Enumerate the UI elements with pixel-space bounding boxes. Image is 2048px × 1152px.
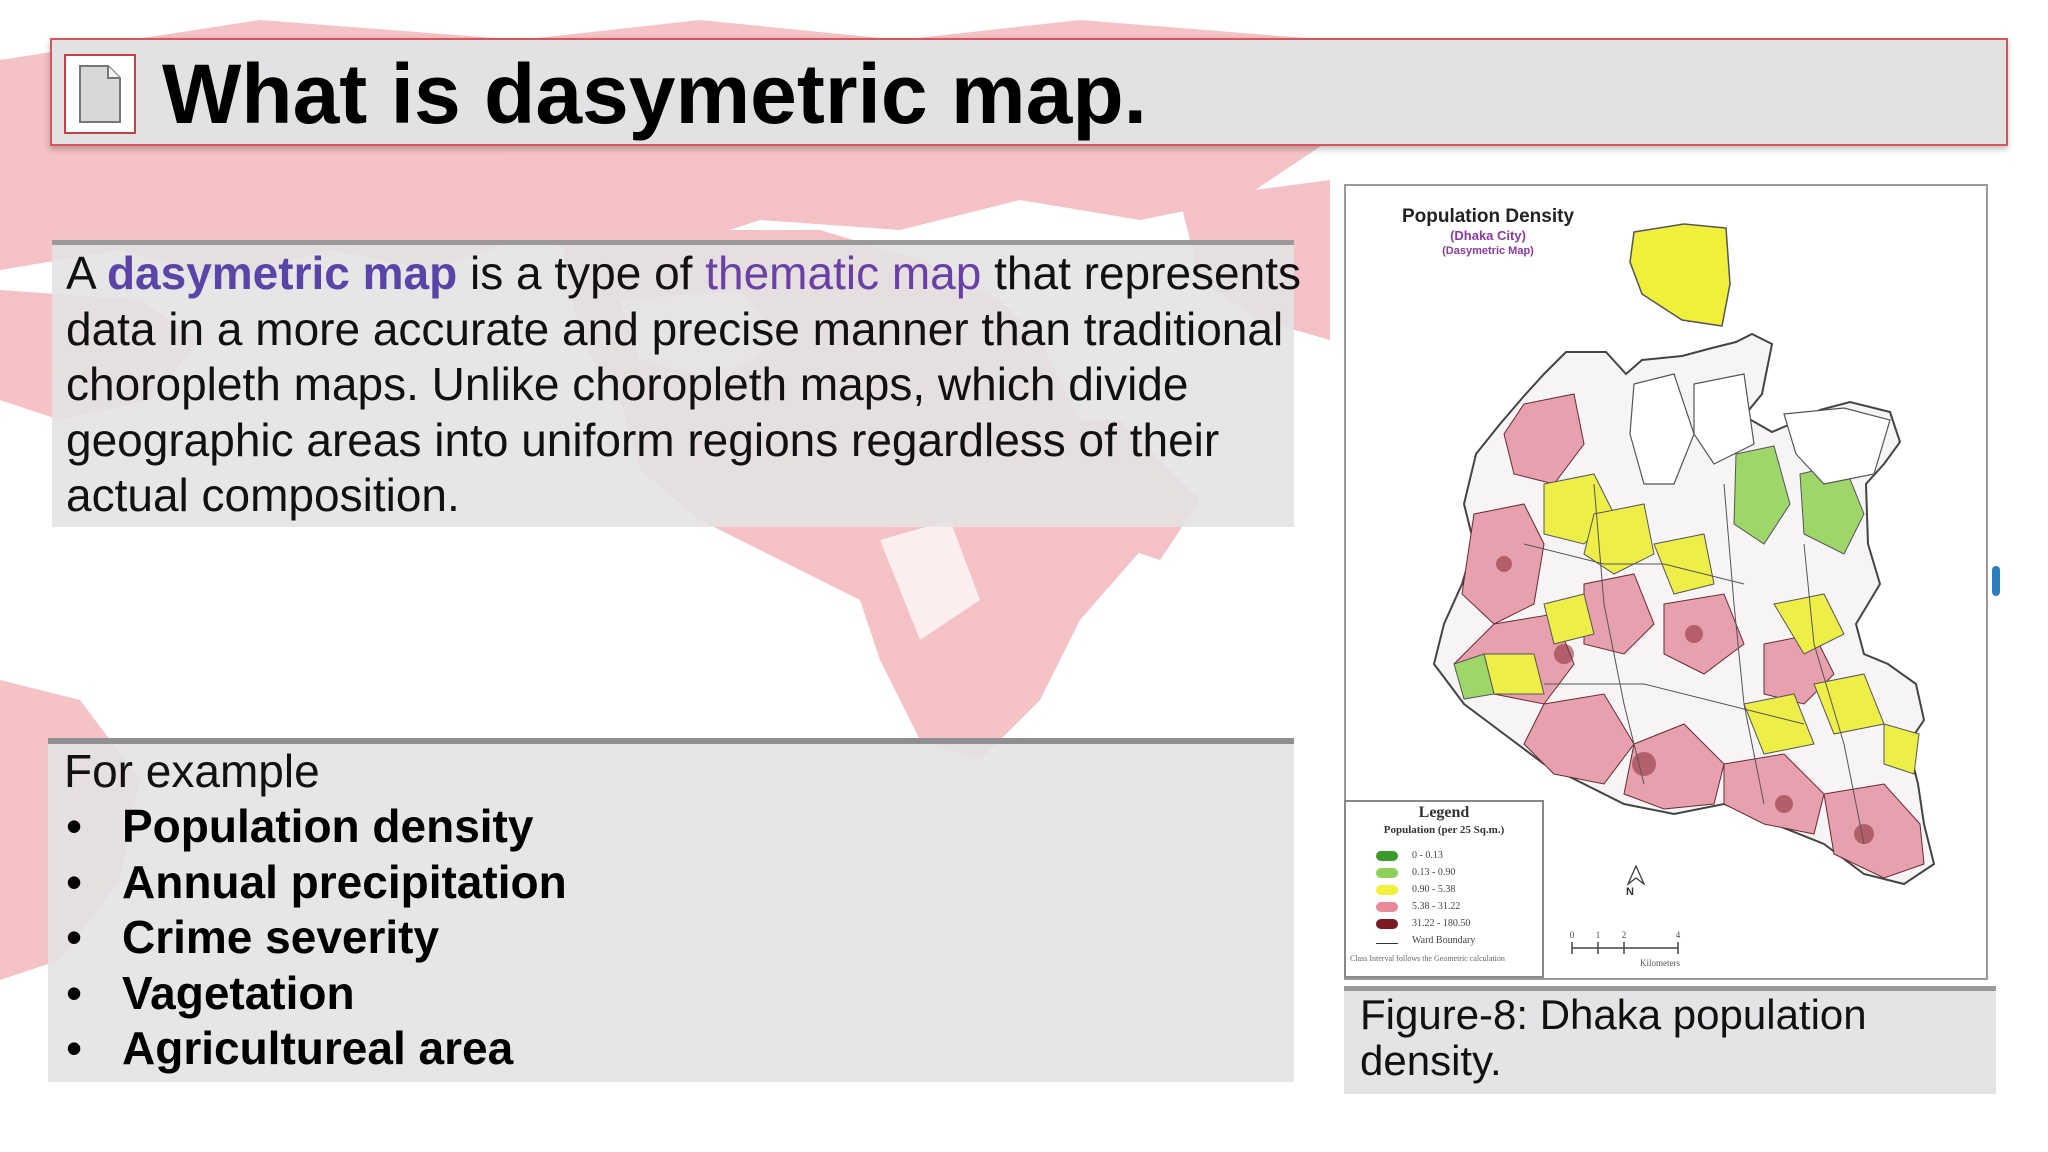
document-icon — [64, 54, 136, 134]
map-type: (Dasymetric Map) — [1442, 245, 1534, 257]
legend-item: 0 - 0.13 — [1376, 848, 1443, 864]
term-thematic-map: thematic map — [705, 247, 982, 299]
legend-title: Legend — [1418, 804, 1470, 821]
map-title: Population Density — [1401, 206, 1575, 227]
side-marker — [1992, 566, 2000, 596]
definition-text: A dasymetric map is a type of thematic m… — [66, 247, 1301, 521]
map-subtitle: (Dhaka City) — [1450, 228, 1526, 243]
north-label: N — [1626, 886, 1634, 898]
scale-unit: Kilometers — [1640, 958, 1680, 968]
list-item: Agricultureal area — [64, 1021, 567, 1077]
examples-heading: For example — [64, 745, 320, 797]
legend-item-boundary: Ward Boundary — [1376, 933, 1475, 949]
list-item: Annual precipitation — [64, 855, 567, 911]
term-dasymetric-map: dasymetric map — [106, 247, 458, 299]
examples-list: Population density Annual precipitation … — [64, 799, 567, 1077]
map-legend: Legend Population (per 25 Sq.m.) 0 - 0.1… — [1344, 800, 1544, 978]
legend-note: Class Interval follows the Geometric cal… — [1350, 954, 1505, 963]
legend-subtitle: Population (per 25 Sq.m.) — [1383, 824, 1505, 836]
legend-item: 0.90 - 5.38 — [1376, 882, 1455, 898]
list-item: Vagetation — [64, 966, 567, 1022]
list-item: Population density — [64, 799, 567, 855]
scale-tick: 4 — [1676, 930, 1681, 940]
legend-item: 0.13 - 0.90 — [1376, 865, 1455, 881]
page-title: What is dasymetric map. — [162, 47, 1147, 141]
scale-tick: 2 — [1622, 930, 1627, 940]
scale-tick: 0 — [1570, 930, 1575, 940]
legend-item: 5.38 - 31.22 — [1376, 899, 1460, 915]
scale-tick: 1 — [1596, 930, 1601, 940]
title-bar: What is dasymetric map. — [50, 38, 2008, 146]
figure-caption: Figure-8: Dhaka population density. — [1360, 991, 1867, 1084]
list-item: Crime severity — [64, 910, 567, 966]
legend-item: 31.22 - 180.50 — [1376, 916, 1470, 932]
